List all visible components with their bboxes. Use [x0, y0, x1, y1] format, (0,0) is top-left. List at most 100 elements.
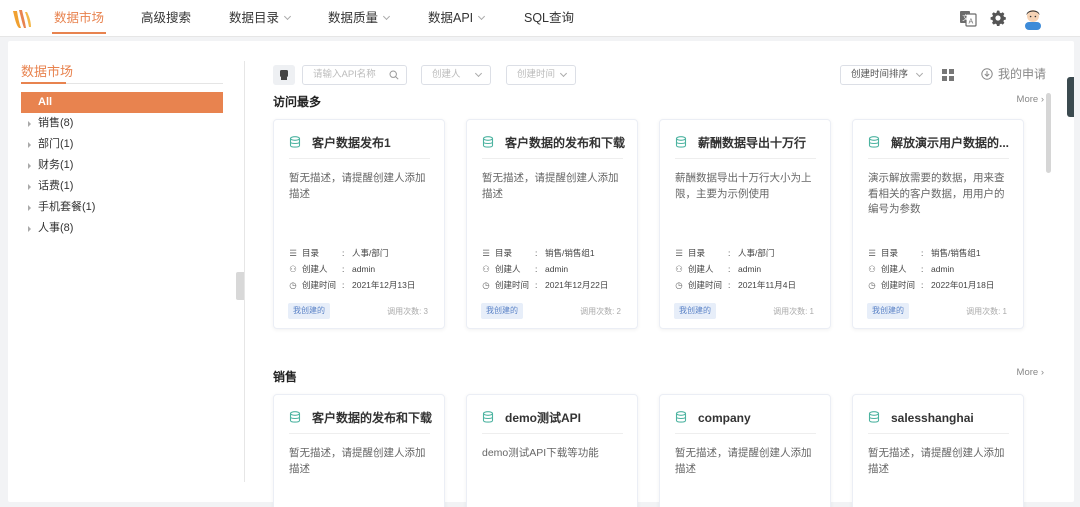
card-meta-catalog: ☰ 目录: 人事/部门 — [288, 247, 388, 259]
meta-key: 创建人 — [688, 264, 714, 274]
chevron-right-icon: › — [1040, 367, 1044, 378]
avatar[interactable] — [1022, 6, 1044, 30]
my-applications-link[interactable]: 我的申请 — [981, 66, 1046, 82]
card-title[interactable]: 客户数据的发布和下载 — [505, 135, 625, 151]
chevron-down-icon — [382, 12, 391, 21]
meta-value: 人事/部门 — [352, 248, 389, 258]
card-title[interactable]: company — [698, 410, 751, 426]
content-scrollbar-thumb[interactable] — [1046, 93, 1051, 173]
card-title[interactable]: 客户数据发布1 — [312, 135, 391, 151]
api-search-input[interactable]: 请输入API名称 — [302, 65, 407, 85]
nav-advanced-search[interactable]: 高级搜索 — [141, 0, 191, 37]
card-header: demo测试API — [482, 410, 623, 434]
sidebar-collapse-handle[interactable] — [236, 272, 244, 300]
card-title[interactable]: salesshanghai — [891, 410, 974, 426]
card-description: 薪酬数据导出十万行大小为上限，主要为示例使用 — [675, 172, 812, 200]
creator-select[interactable]: 创建人 — [421, 65, 491, 85]
created-time-select[interactable]: 创建时间 — [506, 65, 576, 85]
section-title-sales: 销售 — [273, 370, 298, 384]
meta-key: 创建时间 — [302, 280, 337, 290]
main-container: 数据市场 All 销售(8) 部门(1) 财务(1) 话费(1) 手机套餐(1)… — [8, 41, 1074, 507]
meta-value: 人事/部门 — [738, 248, 775, 258]
api-card[interactable]: 客户数据的发布和下载 暂无描述，请提醒创建人添加描述 ☰ 目录: 销售/销售组1 ⚇… — [466, 119, 638, 329]
database-icon — [868, 136, 880, 148]
owner-tag: 我创建的 — [674, 303, 716, 319]
meta-key: 目录 — [302, 248, 320, 258]
search-icon[interactable] — [389, 70, 399, 80]
card-header: salesshanghai — [868, 410, 1009, 434]
card-description: 暂无描述，请提醒创建人添加描述 — [289, 172, 426, 200]
more-label: More — [1016, 94, 1039, 105]
chevron-down-icon — [474, 69, 483, 78]
meta-value: admin — [352, 264, 376, 274]
card-meta-catalog: ☰ 目录: 销售/销售组1 — [867, 247, 980, 259]
card-title[interactable]: 客户数据的发布和下载 — [312, 410, 432, 426]
api-card[interactable]: 客户数据的发布和下载 暂无描述，请提醒创建人添加描述 — [273, 394, 445, 507]
meta-key: 创建人 — [302, 264, 328, 274]
sidebar-item-finance[interactable]: 财务(1) — [21, 155, 223, 176]
api-card[interactable]: 薪酬数据导出十万行 薪酬数据导出十万行大小为上限，主要为示例使用 ☰ 目录: 人事/… — [659, 119, 831, 329]
sidebar-item-phone-plan[interactable]: 手机套餐(1) — [21, 197, 223, 218]
api-card[interactable]: 客户数据发布1 暂无描述，请提醒创建人添加描述 ☰ 目录: 人事/部门 ⚇ 创建人: a… — [273, 119, 445, 329]
api-card[interactable]: demo测试API demo测试API下载等功能 — [466, 394, 638, 507]
sort-select[interactable]: 创建时间排序 — [840, 65, 932, 85]
nav-sql-query[interactable]: SQL查询 — [524, 0, 574, 37]
database-icon — [675, 411, 687, 423]
meta-key: 目录 — [881, 248, 899, 258]
meta-value: admin — [931, 264, 955, 274]
creator-placeholder: 创建人 — [432, 69, 461, 80]
meta-key: 创建人 — [495, 264, 521, 274]
sidebar-item-all[interactable]: All — [21, 92, 223, 113]
grid-view-icon[interactable] — [942, 69, 954, 81]
card-title[interactable]: demo测试API — [505, 410, 581, 426]
card-description: 暂无描述，请提醒创建人添加描述 — [675, 447, 812, 475]
side-scroll-handle[interactable] — [1067, 77, 1074, 117]
caret-right-icon — [28, 142, 31, 148]
meta-colon: : — [535, 248, 538, 258]
meta-colon: : — [728, 280, 731, 290]
card-meta-creator: ⚇ 创建人: admin — [674, 263, 761, 275]
gear-icon[interactable] — [989, 9, 1007, 27]
meta-colon: : — [342, 248, 345, 258]
user-icon: ⚇ — [675, 264, 683, 274]
sidebar-item-label: 部门(1) — [38, 138, 74, 150]
database-icon — [482, 411, 494, 423]
sort-label: 创建时间排序 — [851, 69, 909, 80]
sidebar-item-phone-fee[interactable]: 话费(1) — [21, 176, 223, 197]
card-title[interactable]: 解放演示用户数据的... — [891, 135, 1009, 151]
api-card[interactable]: company 暂无描述，请提醒创建人添加描述 — [659, 394, 831, 507]
sidebar-item-hr[interactable]: 人事(8) — [21, 218, 223, 239]
database-icon — [289, 411, 301, 423]
nav-data-catalog[interactable]: 数据目录 — [229, 0, 292, 37]
filter-mode-icon[interactable] — [273, 65, 295, 85]
nav-data-quality[interactable]: 数据质量 — [328, 0, 391, 37]
chevron-down-icon — [478, 12, 486, 21]
more-link[interactable]: More › — [1017, 94, 1044, 105]
more-label: More — [1016, 367, 1039, 378]
card-meta-creator: ⚇ 创建人: admin — [288, 263, 375, 275]
api-card[interactable]: 解放演示用户数据的... 演示解放需要的数据，用来查看相关的客户数据，用用户的编… — [852, 119, 1024, 329]
meta-colon: : — [728, 248, 731, 258]
more-link[interactable]: More › — [1017, 367, 1044, 378]
api-card[interactable]: salesshanghai 暂无描述，请提醒创建人添加描述 — [852, 394, 1024, 507]
caret-right-icon — [28, 205, 31, 211]
card-title[interactable]: 薪酬数据导出十万行 — [698, 135, 806, 151]
translate-icon[interactable]: 文 A — [959, 9, 977, 27]
sidebar-item-department[interactable]: 部门(1) — [21, 134, 223, 155]
sidebar-item-label: 销售(8) — [38, 117, 74, 129]
meta-colon: : — [728, 264, 731, 274]
meta-value: 2021年11月4日 — [738, 280, 796, 290]
nav-data-market[interactable]: 数据市场 — [51, 0, 107, 37]
card-header: 薪酬数据导出十万行 — [675, 135, 816, 159]
svg-text:A: A — [969, 18, 974, 26]
chevron-down-icon — [915, 69, 924, 78]
card-description: 演示解放需要的数据，用来查看相关的客户数据，用用户的编号为参数 — [868, 172, 1005, 215]
meta-key: 目录 — [688, 248, 706, 258]
sidebar-item-label: 人事(8) — [38, 222, 74, 234]
card-meta-catalog: ☰ 目录: 销售/销售组1 — [481, 247, 594, 259]
meta-key: 创建时间 — [881, 280, 916, 290]
nav-data-api[interactable]: 数据API — [428, 0, 486, 37]
nav-label: 数据目录 — [229, 11, 280, 25]
sidebar-item-sales[interactable]: 销售(8) — [21, 113, 223, 134]
app-logo[interactable] — [10, 7, 34, 31]
